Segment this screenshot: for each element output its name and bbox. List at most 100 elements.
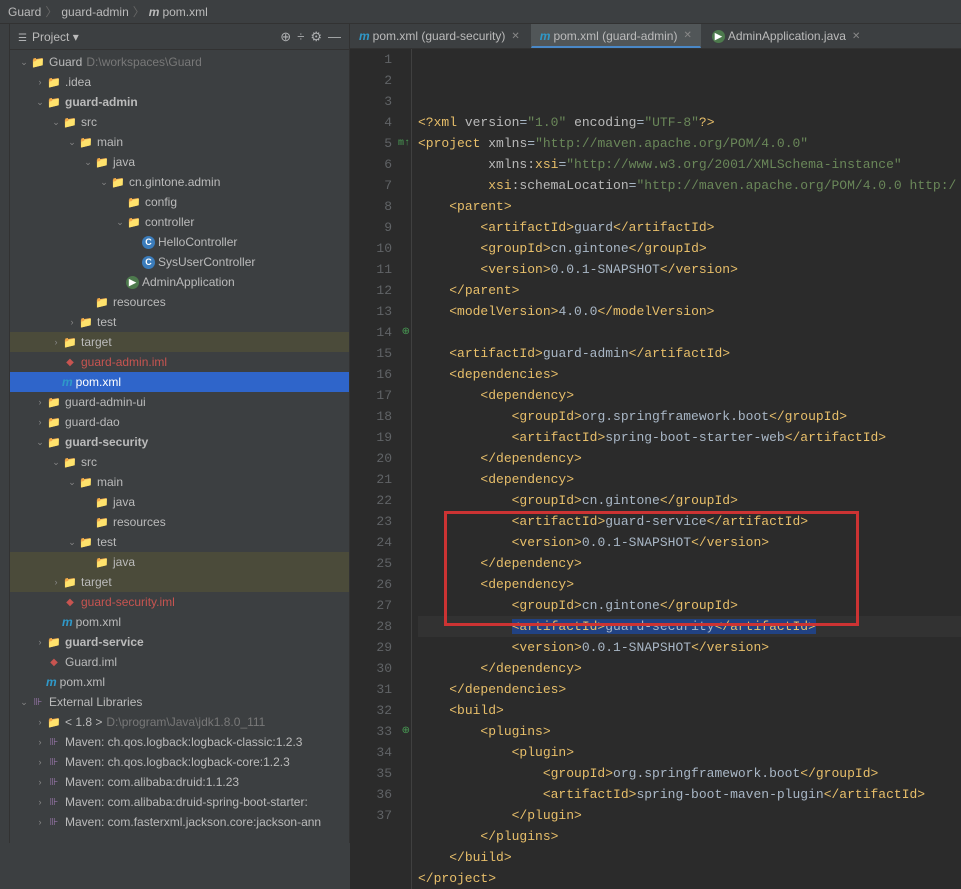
tree-item[interactable]: java [10, 552, 349, 572]
gutter-marker-icon[interactable]: m↑ [398, 133, 410, 154]
gutter-marker-icon[interactable]: ⊕ [402, 721, 410, 742]
tree-arrow-icon[interactable]: › [34, 717, 46, 727]
tree-item[interactable]: ⌄controller [10, 212, 349, 232]
tree-item[interactable]: CSysUserController [10, 252, 349, 272]
code-line[interactable]: <project xmlns="http://maven.apache.org/… [418, 133, 961, 154]
tree-item[interactable]: ›⊪Maven: com.alibaba:druid-spring-boot-s… [10, 792, 349, 812]
code-line[interactable]: <plugin> [418, 742, 961, 763]
tree-item[interactable]: ▶AdminApplication [10, 272, 349, 292]
code-line[interactable]: <parent> [418, 196, 961, 217]
tree-item[interactable]: ⌄guard-admin [10, 92, 349, 112]
code-line[interactable]: <groupId>org.springframework.boot</group… [418, 406, 961, 427]
tree-item[interactable]: ›target [10, 572, 349, 592]
tree-item[interactable]: ⌄⊪External Libraries [10, 692, 349, 712]
locate-icon[interactable]: ⊕ [280, 29, 291, 45]
tree-arrow-icon[interactable]: › [34, 817, 46, 827]
gutter-marker-icon[interactable]: ⊕ [402, 322, 410, 343]
editor-tab[interactable]: ▶AdminApplication.java✕ [703, 24, 869, 48]
tree-arrow-icon[interactable]: › [34, 797, 46, 807]
code-line[interactable]: </dependency> [418, 448, 961, 469]
project-tree[interactable]: ⌄GuardD:\workspaces\Guard›.idea⌄guard-ad… [10, 50, 349, 843]
code-line[interactable]: <artifactId>guard-security</artifactId> [418, 616, 961, 637]
code-area[interactable]: 12345m↑67891011121314⊕151617181920212223… [350, 49, 961, 889]
tree-item[interactable]: mpom.xml [10, 672, 349, 692]
tree-arrow-icon[interactable]: › [34, 417, 46, 427]
code-line[interactable]: <dependencies> [418, 364, 961, 385]
tree-item[interactable]: ›target [10, 332, 349, 352]
tree-item[interactable]: ⌄src [10, 112, 349, 132]
tree-item[interactable]: ◆Guard.iml [10, 652, 349, 672]
code-line[interactable]: <groupId>cn.gintone</groupId> [418, 595, 961, 616]
left-gutter[interactable] [0, 24, 10, 843]
code-line[interactable]: </plugin> [418, 805, 961, 826]
tree-arrow-icon[interactable]: ⌄ [66, 477, 78, 488]
tree-arrow-icon[interactable]: › [34, 77, 46, 87]
tree-item[interactable]: ›.idea [10, 72, 349, 92]
tree-item[interactable]: resources [10, 292, 349, 312]
tree-arrow-icon[interactable]: ⌄ [18, 697, 30, 708]
tree-arrow-icon[interactable]: ⌄ [34, 437, 46, 448]
tree-item[interactable]: ›⊪Maven: ch.qos.logback:logback-classic:… [10, 732, 349, 752]
code-line[interactable] [418, 322, 961, 343]
tree-arrow-icon[interactable]: › [34, 737, 46, 747]
tree-arrow-icon[interactable]: › [34, 397, 46, 407]
code-line[interactable]: <dependency> [418, 469, 961, 490]
tree-item[interactable]: ›guard-service [10, 632, 349, 652]
code-content[interactable]: <?xml version="1.0" encoding="UTF-8"?><p… [412, 49, 961, 889]
code-line[interactable]: <artifactId>guard</artifactId> [418, 217, 961, 238]
tree-arrow-icon[interactable]: ⌄ [18, 57, 30, 68]
code-line[interactable]: <dependency> [418, 574, 961, 595]
code-line[interactable]: <version>0.0.1-SNAPSHOT</version> [418, 259, 961, 280]
tree-item[interactable]: resources [10, 512, 349, 532]
tree-arrow-icon[interactable]: ⌄ [82, 157, 94, 168]
crumb-module[interactable]: guard-admin [61, 5, 128, 19]
collapse-icon[interactable]: ÷ [297, 29, 304, 44]
crumb-file[interactable]: pom.xml [162, 5, 207, 19]
tree-item[interactable]: java [10, 492, 349, 512]
code-line[interactable]: xsi:schemaLocation="http://maven.apache.… [418, 175, 961, 196]
tree-item[interactable]: ◆guard-admin.iml [10, 352, 349, 372]
minimize-icon[interactable]: — [328, 29, 341, 44]
tree-arrow-icon[interactable]: › [50, 577, 62, 587]
code-line[interactable]: <dependency> [418, 385, 961, 406]
tree-arrow-icon[interactable]: ⌄ [34, 97, 46, 108]
code-line[interactable]: <groupId>cn.gintone</groupId> [418, 238, 961, 259]
editor-tab[interactable]: mpom.xml (guard-security)✕ [350, 24, 529, 48]
tree-item[interactable]: ⌄src [10, 452, 349, 472]
crumb-root[interactable]: Guard [8, 5, 41, 19]
code-line[interactable]: <artifactId>spring-boot-maven-plugin</ar… [418, 784, 961, 805]
code-line[interactable]: </parent> [418, 280, 961, 301]
code-line[interactable]: xmlns:xsi="http://www.w3.org/2001/XMLSch… [418, 154, 961, 175]
code-line[interactable]: <artifactId>guard-service</artifactId> [418, 511, 961, 532]
tree-item[interactable]: ›guard-dao [10, 412, 349, 432]
tree-arrow-icon[interactable]: ⌄ [50, 457, 62, 468]
tree-item[interactable]: mpom.xml [10, 612, 349, 632]
tree-arrow-icon[interactable]: ⌄ [66, 137, 78, 148]
close-icon[interactable]: ✕ [852, 31, 860, 42]
tree-item[interactable]: ⌄test [10, 532, 349, 552]
tree-item[interactable]: ⌄java [10, 152, 349, 172]
code-line[interactable]: <groupId>org.springframework.boot</group… [418, 763, 961, 784]
code-line[interactable]: </dependencies> [418, 679, 961, 700]
tree-item[interactable]: config [10, 192, 349, 212]
tree-arrow-icon[interactable]: › [34, 637, 46, 647]
tree-item[interactable]: ⌄guard-security [10, 432, 349, 452]
code-line[interactable]: </dependency> [418, 658, 961, 679]
tree-item[interactable]: ⌄main [10, 132, 349, 152]
tree-item[interactable]: ›guard-admin-ui [10, 392, 349, 412]
tree-item[interactable]: ›test [10, 312, 349, 332]
tree-item[interactable]: ⌄GuardD:\workspaces\Guard [10, 52, 349, 72]
code-line[interactable]: <artifactId>guard-admin</artifactId> [418, 343, 961, 364]
tree-arrow-icon[interactable]: ⌄ [98, 177, 110, 188]
tree-arrow-icon[interactable]: ⌄ [66, 537, 78, 548]
tree-item[interactable]: ›⊪Maven: ch.qos.logback:logback-core:1.2… [10, 752, 349, 772]
tree-arrow-icon[interactable]: › [34, 777, 46, 787]
tree-arrow-icon[interactable]: › [34, 757, 46, 767]
panel-title[interactable]: Project ▾ [32, 30, 274, 44]
tree-item[interactable]: ›⊪Maven: com.fasterxml.jackson.core:jack… [10, 812, 349, 832]
code-line[interactable]: <version>0.0.1-SNAPSHOT</version> [418, 637, 961, 658]
code-line[interactable]: <plugins> [418, 721, 961, 742]
code-line[interactable]: <version>0.0.1-SNAPSHOT</version> [418, 532, 961, 553]
code-line[interactable]: </build> [418, 847, 961, 868]
tree-arrow-icon[interactable]: › [66, 317, 78, 327]
